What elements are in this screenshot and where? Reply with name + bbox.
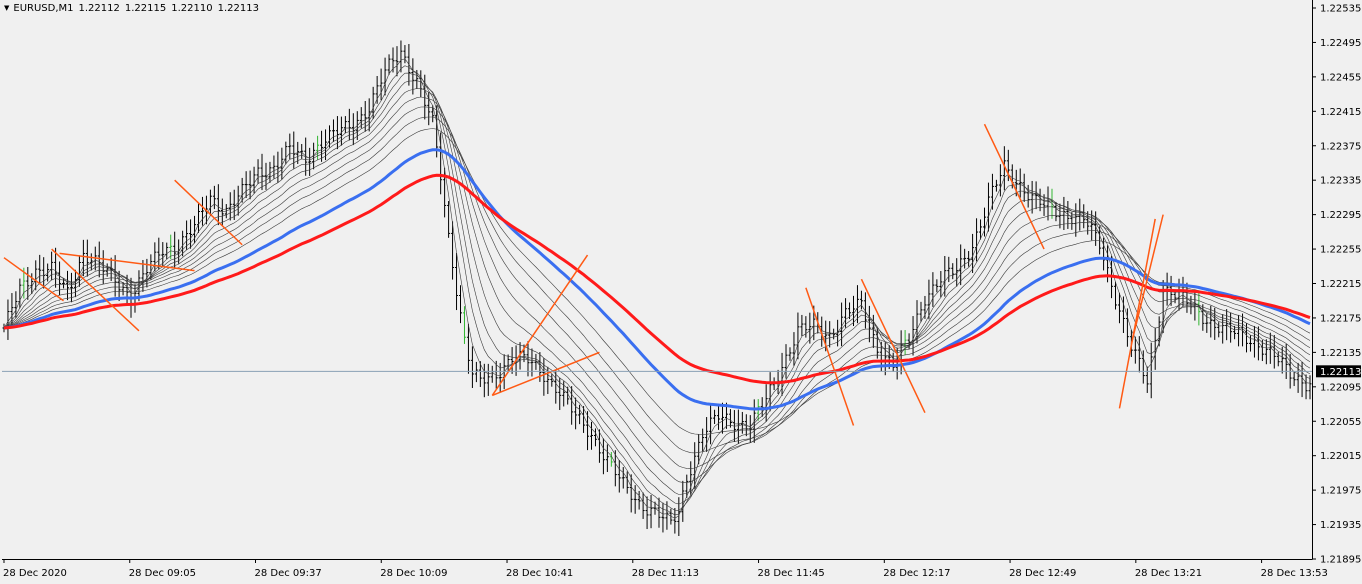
x-tick-label: 28 Dec 09:05 <box>129 568 196 579</box>
y-tick-label: 1.22015 <box>1320 451 1361 462</box>
x-tick-label: 28 Dec 10:09 <box>380 568 447 579</box>
x-tick-label: 28 Dec 09:37 <box>255 568 322 579</box>
x-tick-label: 28 Dec 12:17 <box>883 568 950 579</box>
triangle-down-icon: ▼ <box>4 4 10 12</box>
y-tick-label: 1.22135 <box>1320 348 1361 359</box>
y-tick-label: 1.22495 <box>1320 38 1361 49</box>
y-tick-label: 1.22095 <box>1320 382 1361 393</box>
x-tick-label: 28 Dec 13:53 <box>1261 568 1328 579</box>
y-tick-label: 1.22295 <box>1320 210 1361 221</box>
current-price-label: 1.22113 <box>1320 367 1361 378</box>
open-value: 1.22112 <box>78 3 120 14</box>
y-tick-label: 1.21895 <box>1320 555 1361 566</box>
y-tick-label: 1.22375 <box>1320 141 1361 152</box>
high-value: 1.22115 <box>124 3 167 14</box>
x-tick-label: 28 Dec 11:45 <box>758 568 825 579</box>
x-tick-label: 28 Dec 10:41 <box>506 568 573 579</box>
x-tick-label: 28 Dec 12:49 <box>1009 568 1076 579</box>
y-tick-label: 1.22215 <box>1320 279 1361 290</box>
price-chart[interactable]: 1.22535 1.22495 1.22455 1.22415 1.22375 1.223… <box>0 0 1362 584</box>
y-tick-label: 1.21975 <box>1320 486 1361 497</box>
x-tick-label: 28 Dec 13:21 <box>1135 568 1202 579</box>
y-tick-label: 1.22255 <box>1320 245 1361 256</box>
x-tick-label: 28 Dec 2020 <box>3 568 67 579</box>
symbol-info-bar: ▼ EURUSD,M1 1.22112 1.22115 1.22110 1.22113 <box>4 3 264 14</box>
chart-area[interactable]: 1.22535 1.22495 1.22455 1.22415 1.22375 1.223… <box>0 0 1362 584</box>
y-tick-label: 1.22535 <box>1320 4 1361 15</box>
y-tick-label: 1.22455 <box>1320 72 1361 83</box>
x-tick-label: 28 Dec 11:13 <box>632 568 699 579</box>
close-value: 1.22113 <box>217 3 259 14</box>
y-tick-label: 1.22415 <box>1320 107 1361 118</box>
y-tick-label: 1.22055 <box>1320 417 1361 428</box>
y-tick-label: 1.22335 <box>1320 176 1361 187</box>
y-tick-label: 1.22175 <box>1320 313 1361 324</box>
symbol-label: EURUSD,M1 <box>13 3 74 14</box>
y-tick-label: 1.21935 <box>1320 520 1361 531</box>
low-value: 1.22110 <box>171 3 213 14</box>
